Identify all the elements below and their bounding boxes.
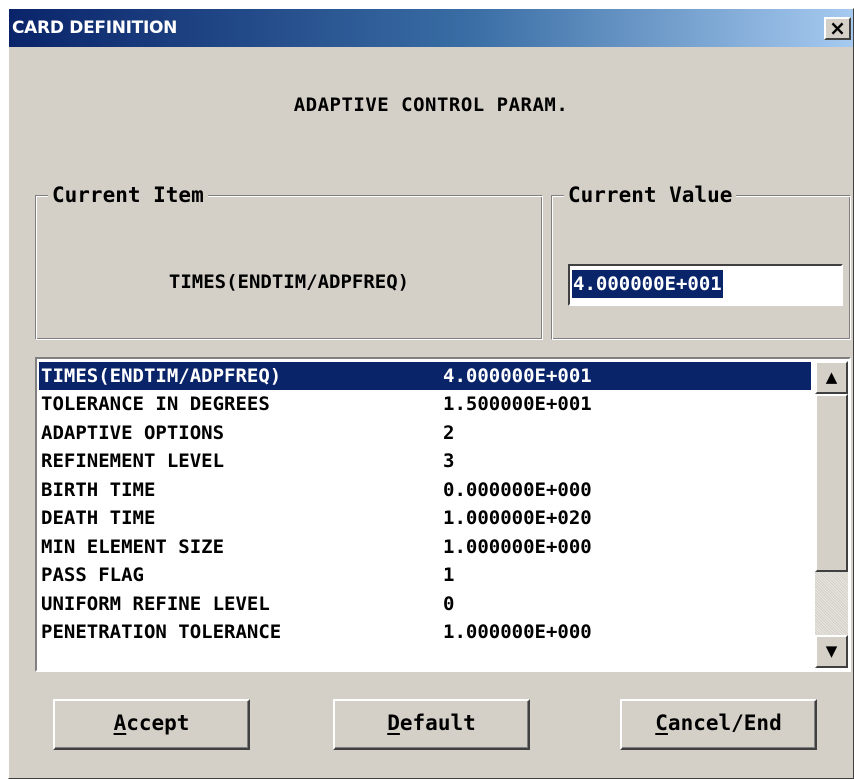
list-item[interactable]: REFINEMENT LEVEL 3 xyxy=(39,447,811,475)
list-item-name: MIN ELEMENT SIZE xyxy=(41,536,225,558)
cancel-end-button-label: Cancel/End xyxy=(655,701,781,745)
title-bar[interactable]: CARD DEFINITION × xyxy=(9,9,853,47)
list-item-name: PENETRATION TOLERANCE xyxy=(41,621,282,643)
cancel-end-button[interactable]: Cancel/End xyxy=(620,699,817,750)
scroll-thumb[interactable] xyxy=(815,394,848,572)
scroll-up-button[interactable]: ▲ xyxy=(815,361,848,394)
close-button[interactable]: × xyxy=(824,17,851,40)
list-item[interactable]: PENETRATION TOLERANCE 1.000000E+000 xyxy=(39,618,811,646)
close-icon: × xyxy=(829,16,846,40)
list-item-value: 1.000000E+020 xyxy=(443,507,592,529)
list-item-name: REFINEMENT LEVEL xyxy=(41,450,225,472)
default-label-rest: efault xyxy=(399,711,476,735)
list-item-value: 1.500000E+001 xyxy=(443,393,592,415)
list-item-value: 0 xyxy=(443,593,455,615)
list-item[interactable]: ADAPTIVE OPTIONS 2 xyxy=(39,419,811,447)
list-item-name: BIRTH TIME xyxy=(41,479,156,501)
cancel-mnemonic: C xyxy=(655,711,668,735)
list-item[interactable]: BIRTH TIME 0.000000E+000 xyxy=(39,476,811,504)
list-item-value: 4.000000E+001 xyxy=(443,365,592,387)
list-item[interactable]: TIMES(ENDTIM/ADPFREQ) 4.000000E+001 xyxy=(39,362,811,390)
accept-mnemonic: A xyxy=(113,711,127,735)
list-item[interactable]: UNIFORM REFINE LEVEL 0 xyxy=(39,590,811,618)
list-item[interactable]: DEATH TIME 1.000000E+020 xyxy=(39,504,811,532)
list-item-name: ADAPTIVE OPTIONS xyxy=(41,422,225,444)
vertical-scrollbar[interactable]: ▲ ▼ xyxy=(815,361,848,668)
list-item-name: DEATH TIME xyxy=(41,507,156,529)
cancel-label-rest: ancel/End xyxy=(667,711,782,735)
list-item-name: UNIFORM REFINE LEVEL xyxy=(41,593,270,615)
chevron-down-icon: ▼ xyxy=(825,642,838,660)
scroll-down-button[interactable]: ▼ xyxy=(815,635,848,668)
list-item-value: 3 xyxy=(443,450,455,472)
list-item-value: 0.000000E+000 xyxy=(443,479,592,501)
parameter-list: TIMES(ENDTIM/ADPFREQ) 4.000000E+001 TOLE… xyxy=(39,362,814,666)
list-item-value: 1.000000E+000 xyxy=(443,621,592,643)
list-item-value: 2 xyxy=(443,422,455,444)
default-button[interactable]: Default xyxy=(333,699,530,750)
accept-button-label: Accept xyxy=(114,701,190,745)
current-item-group: Current Item TIMES(ENDTIM/ADPFREQ) xyxy=(35,183,543,340)
list-item[interactable]: PASS FLAG 1 xyxy=(39,561,811,589)
parameter-listbox[interactable]: TIMES(ENDTIM/ADPFREQ) 4.000000E+001 TOLE… xyxy=(35,357,851,672)
chevron-up-icon: ▲ xyxy=(825,368,838,386)
list-item-name: PASS FLAG xyxy=(41,564,144,586)
current-value-legend: Current Value xyxy=(564,183,737,207)
current-value-group: Current Value 4.000000E+001 xyxy=(551,183,851,340)
accept-label-rest: ccept xyxy=(126,711,190,735)
default-mnemonic: D xyxy=(387,711,400,735)
current-value-input[interactable]: 4.000000E+001 xyxy=(568,264,843,306)
current-value-text: 4.000000E+001 xyxy=(572,270,723,298)
list-item[interactable]: MIN ELEMENT SIZE 1.000000E+000 xyxy=(39,533,811,561)
default-button-label: Default xyxy=(387,701,476,745)
list-item[interactable]: TOLERANCE IN DEGREES 1.500000E+001 xyxy=(39,390,811,418)
list-item-name: TOLERANCE IN DEGREES xyxy=(41,393,270,415)
list-item-value: 1 xyxy=(443,564,455,586)
list-item-value: 1.000000E+000 xyxy=(443,536,592,558)
current-item-legend: Current Item xyxy=(48,183,208,207)
window-title: CARD DEFINITION xyxy=(12,18,178,38)
list-item-name: TIMES(ENDTIM/ADPFREQ) xyxy=(41,365,282,387)
accept-button[interactable]: Accept xyxy=(53,699,250,750)
current-item-value: TIMES(ENDTIM/ADPFREQ) xyxy=(168,271,410,293)
dialog-heading: ADAPTIVE CONTROL PARAM. xyxy=(293,94,569,116)
card-definition-dialog: CARD DEFINITION × ADAPTIVE CONTROL PARAM… xyxy=(8,8,854,779)
